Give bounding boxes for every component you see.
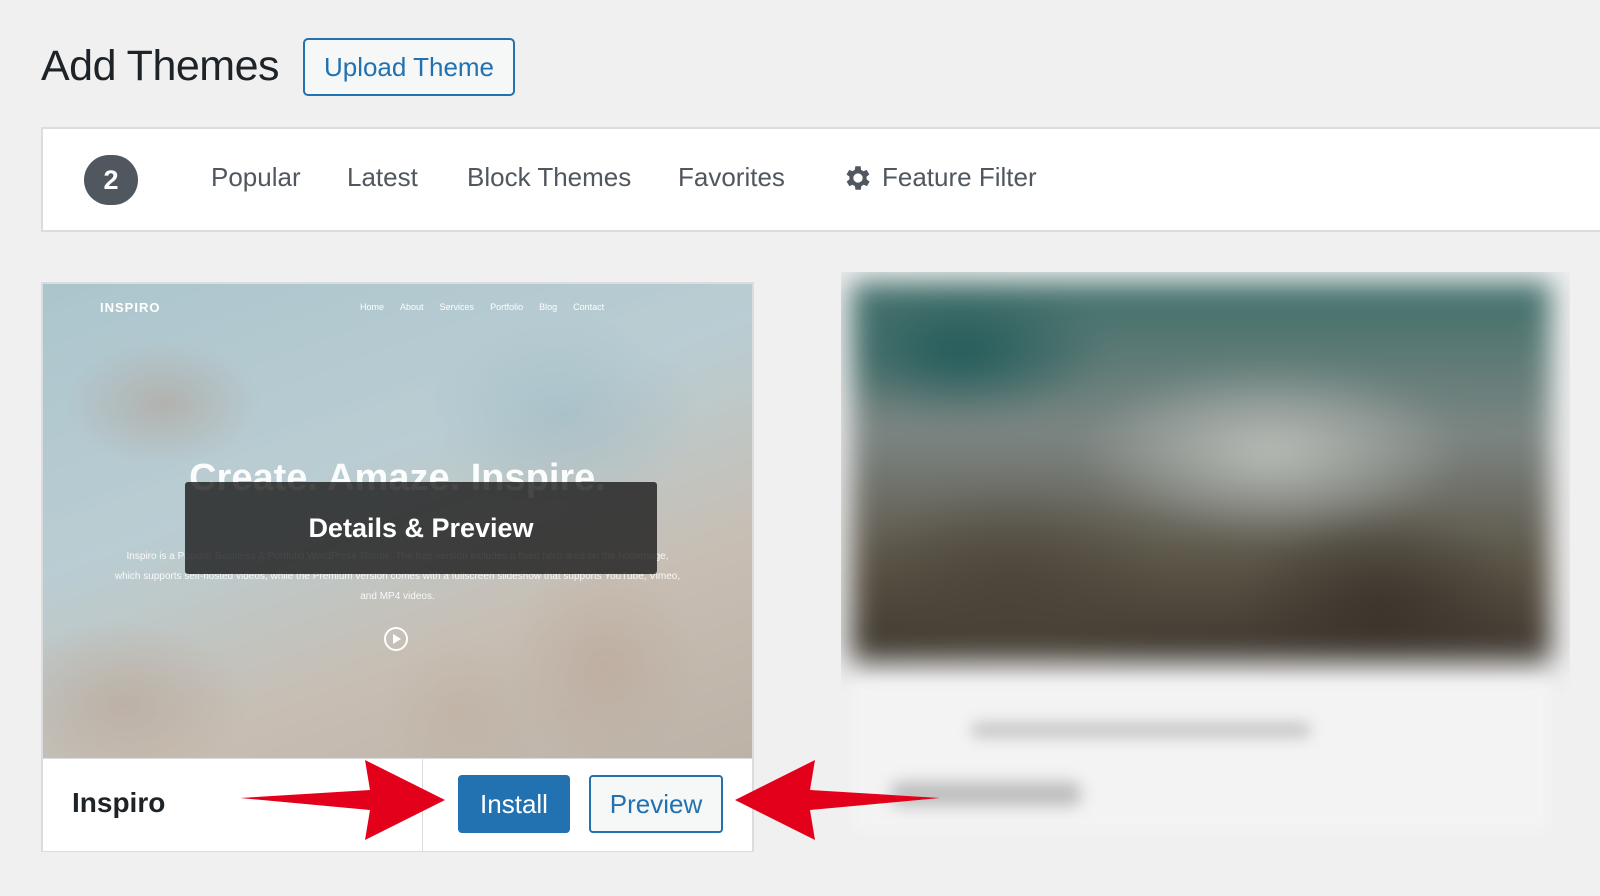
screenshot-nav-item: Portfolio xyxy=(490,302,524,312)
filter-block-themes[interactable]: Block Themes xyxy=(467,159,631,195)
theme-screenshot[interactable]: INSPIRO Home About Services Portfolio Bl… xyxy=(43,284,752,758)
screenshot-nav-item: About xyxy=(400,302,424,312)
blurred-theme-screenshot xyxy=(851,282,1551,662)
upload-theme-button[interactable]: Upload Theme xyxy=(303,38,515,96)
theme-name: Inspiro xyxy=(72,787,166,818)
theme-filter-bar: 2 Popular Latest Block Themes Favorites … xyxy=(41,127,1600,232)
screenshot-nav-item: Contact xyxy=(573,302,605,312)
screenshot-brand: INSPIRO xyxy=(100,300,161,315)
annotation-arrow-right-icon xyxy=(240,760,445,840)
feature-filter-link[interactable]: Feature Filter xyxy=(882,159,1037,195)
annotation-arrow-left-icon xyxy=(735,760,940,840)
preview-button[interactable]: Preview xyxy=(589,775,723,833)
filter-latest[interactable]: Latest xyxy=(347,159,418,195)
blurred-theme-footer xyxy=(851,682,1551,832)
screenshot-nav-item: Services xyxy=(439,302,475,312)
page-title: Add Themes xyxy=(41,42,280,90)
play-icon xyxy=(384,627,408,651)
screenshot-nav-item: Blog xyxy=(539,302,558,312)
install-button[interactable]: Install xyxy=(458,775,570,833)
blurred-theme-card[interactable] xyxy=(841,272,1570,852)
theme-count-badge: 2 xyxy=(84,155,138,205)
screenshot-nav: Home About Services Portfolio Blog Conta… xyxy=(360,302,604,312)
filter-favorites[interactable]: Favorites xyxy=(678,159,785,195)
blurred-text-line xyxy=(971,722,1311,738)
screenshot-nav-item: Home xyxy=(360,302,385,312)
details-preview-overlay[interactable]: Details & Preview xyxy=(185,482,657,574)
gear-icon[interactable] xyxy=(842,162,874,194)
filter-popular[interactable]: Popular xyxy=(211,159,301,195)
